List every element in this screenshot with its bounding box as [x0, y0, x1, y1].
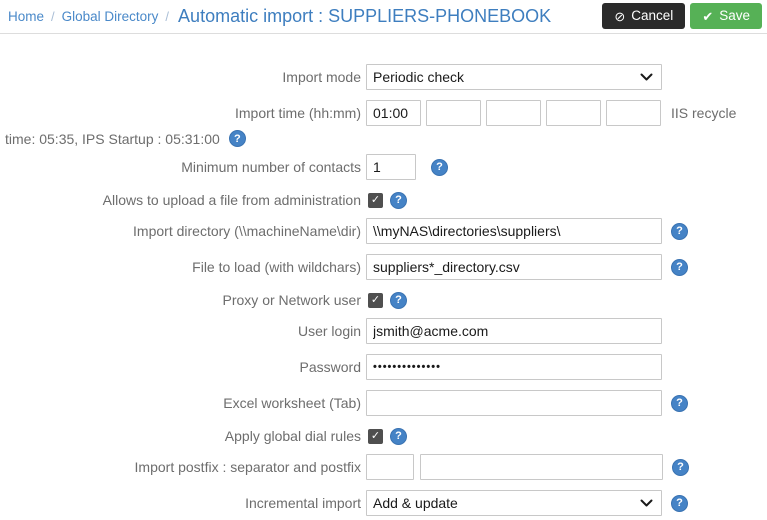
incremental-import-selected-value: Add & update	[373, 495, 458, 511]
help-icon[interactable]: ?	[671, 495, 688, 512]
row-file-to-load: File to load (with wildchars) ?	[0, 254, 767, 280]
checkmark-icon: ✔	[702, 10, 713, 23]
min-contacts-label: Minimum number of contacts	[0, 159, 366, 175]
header-buttons: ⊘ Cancel ✔ Save	[602, 3, 762, 29]
header-bar: Home / Global Directory / Automatic impo…	[0, 0, 767, 34]
import-mode-label: Import mode	[0, 69, 366, 85]
help-icon[interactable]: ?	[671, 259, 688, 276]
row-password: Password	[0, 354, 767, 380]
import-time-input-2[interactable]	[426, 100, 481, 126]
user-login-input[interactable]	[366, 318, 662, 344]
row-min-contacts: Minimum number of contacts ?	[0, 154, 767, 180]
allow-upload-label: Allows to upload a file from administrat…	[0, 192, 366, 208]
iis-recycle-text: IIS recycle	[671, 105, 736, 121]
import-time-input-4[interactable]	[546, 100, 601, 126]
cancel-button[interactable]: ⊘ Cancel	[602, 3, 685, 29]
help-icon[interactable]: ?	[671, 395, 688, 412]
help-icon[interactable]: ?	[390, 428, 407, 445]
import-time-label: Import time (hh:mm)	[0, 105, 366, 121]
excel-worksheet-label: Excel worksheet (Tab)	[0, 395, 366, 411]
min-contacts-input[interactable]	[366, 154, 416, 180]
save-button[interactable]: ✔ Save	[690, 3, 762, 29]
postfix-value-input[interactable]	[420, 454, 663, 480]
file-to-load-input[interactable]	[366, 254, 662, 280]
row-import-postfix: Import postfix : separator and postfix ?	[0, 454, 767, 480]
help-icon[interactable]: ?	[431, 159, 448, 176]
breadcrumb-separator: /	[165, 9, 169, 24]
excel-worksheet-input[interactable]	[366, 390, 662, 416]
row-proxy-user: Proxy or Network user ✓ ?	[0, 290, 767, 310]
page-title: Automatic import : SUPPLIERS-PHONEBOOK	[178, 6, 551, 27]
row-allow-upload: Allows to upload a file from administrat…	[0, 190, 767, 210]
breadcrumb: Home / Global Directory / Automatic impo…	[8, 6, 551, 27]
import-time-input-1[interactable]	[366, 100, 421, 126]
password-input[interactable]	[366, 354, 662, 380]
import-postfix-label: Import postfix : separator and postfix	[0, 459, 366, 475]
import-time-input-3[interactable]	[486, 100, 541, 126]
row-import-directory: Import directory (\\machineName\dir) ?	[0, 218, 767, 244]
breadcrumb-global-directory-link[interactable]: Global Directory	[62, 9, 159, 24]
cancel-icon: ⊘	[614, 10, 625, 23]
file-to-load-label: File to load (with wildchars)	[0, 259, 366, 275]
iis-recycle-text-continued: time: 05:35, IPS Startup : 05:31:00	[5, 131, 220, 147]
chevron-down-icon	[640, 73, 653, 82]
help-icon[interactable]: ?	[671, 223, 688, 240]
save-button-label: Save	[719, 9, 750, 23]
chevron-down-icon	[640, 499, 653, 508]
row-import-time: Import time (hh:mm) IIS recycle time: 05…	[0, 100, 767, 147]
row-dial-rules: Apply global dial rules ✓ ?	[0, 426, 767, 446]
postfix-separator-input[interactable]	[366, 454, 414, 480]
import-time-input-5[interactable]	[606, 100, 661, 126]
password-label: Password	[0, 359, 366, 375]
automatic-import-form: Import mode Periodic check Import time (…	[0, 34, 767, 516]
import-directory-input[interactable]	[366, 218, 662, 244]
import-directory-label: Import directory (\\machineName\dir)	[0, 223, 366, 239]
incremental-import-select[interactable]: Add & update	[366, 490, 662, 516]
allow-upload-checkbox[interactable]: ✓	[368, 193, 383, 208]
help-icon[interactable]: ?	[390, 292, 407, 309]
help-icon[interactable]: ?	[229, 130, 246, 147]
row-incremental-import: Incremental import Add & update ?	[0, 490, 767, 516]
help-icon[interactable]: ?	[390, 192, 407, 209]
row-excel-worksheet: Excel worksheet (Tab) ?	[0, 390, 767, 416]
proxy-user-label: Proxy or Network user	[0, 292, 366, 308]
cancel-button-label: Cancel	[631, 9, 673, 23]
dial-rules-label: Apply global dial rules	[0, 428, 366, 444]
proxy-user-checkbox[interactable]: ✓	[368, 293, 383, 308]
row-import-mode: Import mode Periodic check	[0, 64, 767, 90]
help-icon[interactable]: ?	[672, 459, 689, 476]
breadcrumb-separator: /	[51, 9, 55, 24]
user-login-label: User login	[0, 323, 366, 339]
dial-rules-checkbox[interactable]: ✓	[368, 429, 383, 444]
import-mode-select[interactable]: Periodic check	[366, 64, 662, 90]
import-mode-selected-value: Periodic check	[373, 69, 464, 85]
incremental-import-label: Incremental import	[0, 495, 366, 511]
breadcrumb-home-link[interactable]: Home	[8, 9, 44, 24]
row-user-login: User login	[0, 318, 767, 344]
